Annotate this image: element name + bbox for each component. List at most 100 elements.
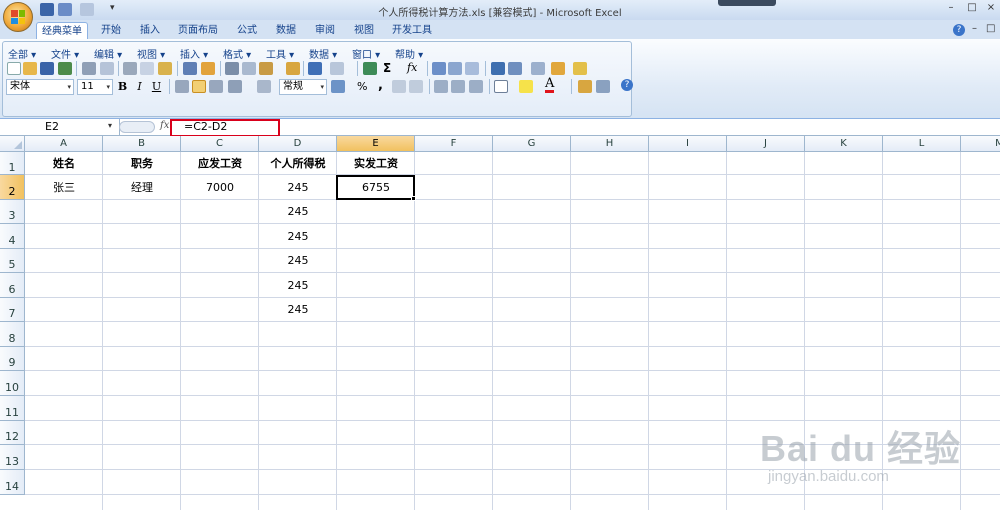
formula-input[interactable]: =C2-D2 — [184, 120, 227, 134]
tab-formulas[interactable]: 公式 — [230, 22, 264, 39]
active-cell-E2[interactable] — [336, 175, 415, 200]
sort-ascending-icon[interactable] — [432, 62, 446, 75]
redo-toolbar-icon[interactable] — [330, 62, 344, 75]
maximize-button[interactable]: □ — [965, 2, 979, 14]
cut-icon[interactable] — [225, 62, 239, 75]
borders-icon[interactable] — [494, 80, 508, 93]
tab-home[interactable]: 开始 — [94, 22, 128, 39]
spelling-icon[interactable] — [183, 62, 197, 75]
printer-icon[interactable] — [123, 62, 137, 75]
menu-window[interactable]: 窗口 ▾ — [352, 46, 380, 61]
name-box[interactable]: E2 — [0, 119, 120, 135]
cell-E1[interactable]: 实发工资 — [337, 152, 415, 175]
zoom-icon[interactable] — [596, 80, 610, 93]
increase-decimal-icon[interactable] — [392, 80, 406, 93]
cell-C1[interactable]: 应发工资 — [181, 152, 259, 175]
row-header-10[interactable]: 10 — [0, 371, 25, 396]
tab-developer[interactable]: 开发工具 — [389, 22, 435, 39]
menu-tools[interactable]: 工具 ▾ — [266, 46, 294, 61]
print-preview-icon[interactable] — [100, 62, 114, 75]
autosum-icon[interactable]: Σ — [383, 61, 391, 75]
cell-D5[interactable]: 245 — [259, 249, 337, 273]
menu-view[interactable]: 视图 ▾ — [137, 46, 165, 61]
help-icon[interactable]: ? — [953, 24, 965, 36]
cell-D3[interactable]: 245 — [259, 200, 337, 224]
row-header-5[interactable]: 5 — [0, 249, 25, 273]
row-header-11[interactable]: 11 — [0, 396, 25, 421]
table-icon[interactable] — [531, 62, 545, 75]
italic-button[interactable]: I — [132, 79, 147, 94]
cell-A2[interactable]: 张三 — [25, 175, 103, 200]
chart-icon[interactable] — [491, 62, 505, 75]
decrease-indent-icon[interactable] — [434, 80, 448, 93]
percent-button[interactable]: % — [357, 80, 367, 93]
currency-icon[interactable] — [331, 80, 345, 93]
row-header-13[interactable]: 13 — [0, 445, 25, 470]
ribbon-minimize-icon[interactable]: – — [972, 23, 977, 34]
row-header-1[interactable]: 1 — [0, 152, 25, 175]
undo-toolbar-icon[interactable] — [308, 62, 322, 75]
minimize-button[interactable]: – — [944, 2, 958, 14]
column-header-K[interactable]: K — [805, 136, 883, 152]
column-header-H[interactable]: H — [571, 136, 649, 152]
tab-view[interactable]: 视图 — [347, 22, 381, 39]
cell-D6[interactable]: 245 — [259, 273, 337, 298]
cell-B1[interactable]: 职务 — [103, 152, 181, 175]
column-header-C[interactable]: C — [181, 136, 259, 152]
column-header-L[interactable]: L — [883, 136, 961, 152]
folder-icon[interactable] — [573, 62, 587, 75]
save-toolbar-icon[interactable] — [40, 62, 54, 75]
wrap-text-icon[interactable] — [257, 80, 271, 93]
help-toolbar-icon[interactable]: ? — [621, 79, 633, 91]
menu-all[interactable]: 全部 ▾ — [8, 46, 36, 61]
column-header-D[interactable]: D — [259, 136, 337, 152]
insert-function-icon[interactable]: fx — [407, 61, 417, 74]
preview-icon[interactable] — [140, 62, 154, 75]
column-header-A[interactable]: A — [25, 136, 103, 152]
menu-data[interactable]: 数据 ▾ — [309, 46, 337, 61]
formula-bar-splitter[interactable] — [119, 121, 155, 133]
menu-file[interactable]: 文件 ▾ — [51, 46, 79, 61]
format-painter-icon[interactable] — [201, 62, 215, 75]
font-name-combo[interactable]: 宋体 ▾ — [6, 79, 74, 95]
brush-icon[interactable] — [286, 62, 300, 75]
sort-descending-icon[interactable] — [448, 62, 462, 75]
cell-B2[interactable]: 经理 — [103, 175, 181, 200]
fill-color-icon[interactable] — [519, 80, 533, 93]
fill-handle[interactable] — [411, 196, 416, 201]
ribbon-restore-icon[interactable]: □ — [986, 23, 995, 34]
column-header-E[interactable]: E — [337, 136, 415, 152]
cell-D1[interactable]: 个人所得税 — [259, 152, 337, 175]
column-header-J[interactable]: J — [727, 136, 805, 152]
increase-indent-icon[interactable] — [451, 80, 465, 93]
open-icon[interactable] — [23, 62, 37, 75]
cell-D2[interactable]: 245 — [259, 175, 337, 200]
insert-function-button[interactable]: fx — [160, 120, 169, 131]
underline-button[interactable]: U — [149, 79, 164, 94]
row-header-3[interactable]: 3 — [0, 200, 25, 224]
row-header-8[interactable]: 8 — [0, 322, 25, 347]
row-header-7[interactable]: 7 — [0, 298, 25, 322]
align-center-icon[interactable] — [192, 80, 206, 93]
font-color-icon[interactable]: A — [545, 77, 555, 93]
column-header-M[interactable]: M — [961, 136, 1000, 152]
style-icon[interactable] — [578, 80, 592, 93]
menu-help[interactable]: 帮助 ▾ — [395, 46, 423, 61]
cell-A1[interactable]: 姓名 — [25, 152, 103, 175]
menu-insert[interactable]: 插入 ▾ — [180, 46, 208, 61]
font-size-combo[interactable]: 11 ▾ — [77, 79, 113, 95]
row-header-9[interactable]: 9 — [0, 347, 25, 371]
decrease-decimal-icon[interactable] — [409, 80, 423, 93]
align-left-icon[interactable] — [175, 80, 189, 93]
paste-icon[interactable] — [259, 62, 273, 75]
cell-C2[interactable]: 7000 — [181, 175, 259, 200]
menu-edit[interactable]: 编辑 ▾ — [94, 46, 122, 61]
align-right-icon[interactable] — [209, 80, 223, 93]
print-icon[interactable] — [82, 62, 96, 75]
comma-button[interactable]: , — [378, 78, 383, 93]
drawing-icon[interactable] — [508, 62, 522, 75]
select-all-corner[interactable] — [0, 136, 25, 152]
shapes-icon[interactable] — [551, 62, 565, 75]
column-header-B[interactable]: B — [103, 136, 181, 152]
tab-insert[interactable]: 插入 — [133, 22, 167, 39]
